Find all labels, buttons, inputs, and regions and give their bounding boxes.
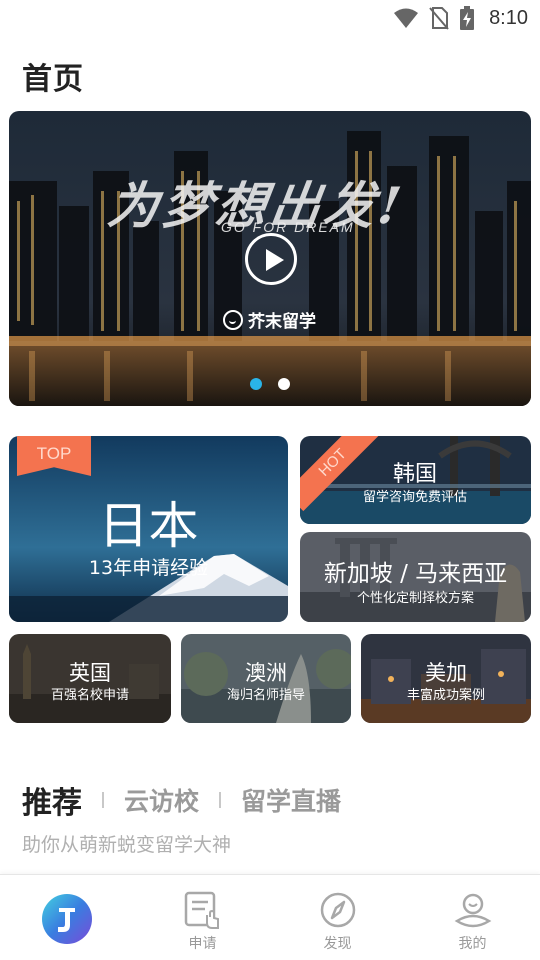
- pagination-dot[interactable]: [278, 378, 290, 390]
- card-australia-title: 澳洲: [245, 661, 287, 685]
- banner-pagination: [250, 378, 290, 390]
- card-japan[interactable]: TOP 日本 13年申请经验: [9, 436, 288, 622]
- nav-home[interactable]: [0, 875, 135, 960]
- wifi-icon: [394, 8, 419, 28]
- card-singapore-subtitle: 个性化定制择校方案: [356, 591, 474, 606]
- banner-logo-text: 芥末留学: [248, 312, 316, 332]
- card-usa-canada[interactable]: 美加 丰富成功案例: [361, 634, 531, 723]
- profile-icon: [454, 893, 492, 928]
- card-korea-subtitle: 留学咨询免费评估: [362, 490, 467, 505]
- brand-logo-icon: [223, 309, 243, 330]
- no-sim-icon: [429, 7, 449, 30]
- card-singapore-malaysia[interactable]: 新加坡 / 马来西亚 个性化定制择校方案: [300, 532, 531, 622]
- tab-divider: [102, 792, 104, 808]
- banner-subtitle: GO FOR DREAM: [221, 219, 355, 235]
- card-japan-subtitle: 13年申请经验: [88, 557, 209, 579]
- recommend-description: 助你从萌新蜕变留学大神: [22, 834, 232, 856]
- nav-profile-label: 我的: [458, 936, 487, 952]
- tab-cloud-campus-visit[interactable]: 云访校: [124, 782, 199, 818]
- compass-icon: [320, 892, 356, 928]
- card-japan-title: 日本: [98, 497, 199, 555]
- hero-banner[interactable]: 为梦想出发! GO FOR DREAM 芥末留学: [9, 111, 531, 406]
- banner-logo: 芥末留学: [223, 307, 316, 332]
- card-uk[interactable]: 英国 百强名校申请: [9, 634, 171, 723]
- card-uk-title: 英国: [69, 661, 111, 685]
- recommend-tabs: 推荐 云访校 留学直播: [22, 778, 341, 822]
- tab-live-stream[interactable]: 留学直播: [241, 782, 341, 818]
- tab-recommend[interactable]: 推荐: [22, 778, 82, 822]
- card-usa-title: 美加: [425, 661, 467, 685]
- bottom-nav: 申请 发现 我的: [0, 874, 540, 960]
- app-logo-icon[interactable]: [41, 893, 93, 945]
- nav-discover-label: 发现: [323, 936, 352, 952]
- nav-discover[interactable]: 发现: [270, 875, 405, 960]
- card-australia-subtitle: 海归名师指导: [226, 688, 305, 703]
- status-bar: 8:10: [0, 0, 540, 36]
- page-title: 首页: [22, 62, 84, 97]
- card-usa-subtitle: 丰富成功案例: [406, 688, 485, 703]
- battery-charging-icon: [460, 6, 475, 30]
- status-icons: 8:10: [393, 6, 528, 30]
- play-icon[interactable]: [245, 233, 297, 285]
- nav-apply[interactable]: 申请: [135, 875, 270, 960]
- apply-form-icon: [184, 891, 219, 929]
- status-time: 8:10: [489, 6, 528, 29]
- card-uk-subtitle: 百强名校申请: [50, 688, 129, 703]
- card-korea-title: 韩国: [392, 462, 437, 487]
- tab-divider: [219, 792, 222, 808]
- card-australia[interactable]: 澳洲 海归名师指导: [181, 634, 351, 723]
- pagination-dot-active[interactable]: [250, 378, 262, 390]
- nav-apply-label: 申请: [188, 936, 217, 952]
- card-korea[interactable]: HOT 韩国 留学咨询免费评估: [300, 436, 531, 524]
- card-singapore-title: 新加坡 / 马来西亚: [323, 561, 508, 587]
- nav-profile[interactable]: 我的: [405, 875, 540, 960]
